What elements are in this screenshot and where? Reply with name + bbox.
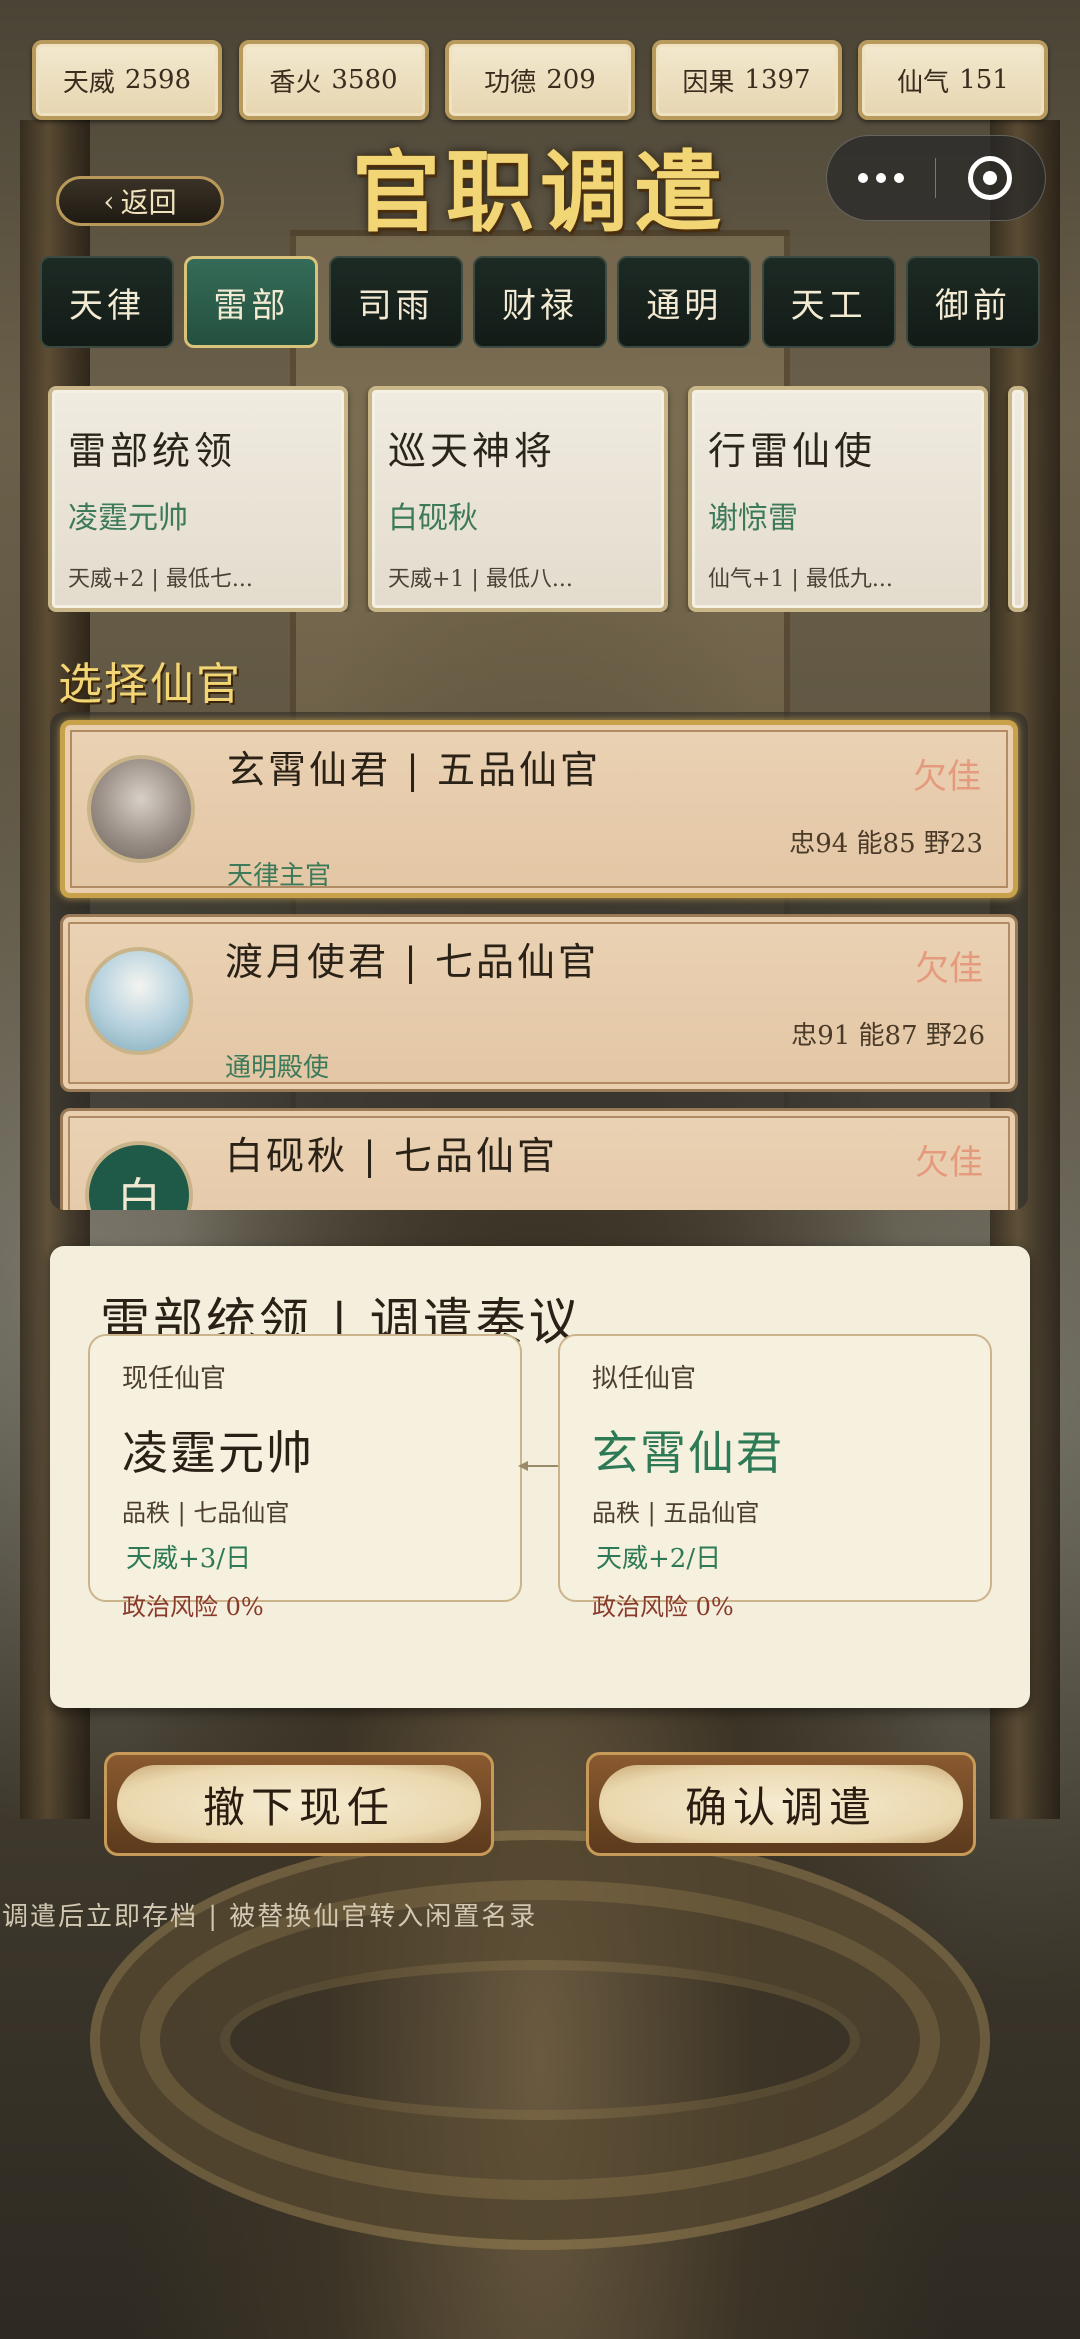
resource-value: 209 bbox=[546, 65, 596, 95]
resource-xianqi: 仙气 151 bbox=[858, 40, 1048, 120]
miniprogram-capsule bbox=[826, 135, 1046, 221]
resource-name: 因果 bbox=[682, 67, 735, 98]
avatar: 白 bbox=[85, 1141, 193, 1210]
resource-name: 功德 bbox=[484, 67, 537, 98]
position-note: 天威+1 | 最低八... bbox=[388, 567, 573, 592]
position-title: 巡天神将 bbox=[388, 429, 557, 473]
resource-tianwei: 天威 2598 bbox=[32, 40, 222, 120]
slot-risk: 政治风险 0% bbox=[592, 1593, 734, 1621]
slot-bonus: 天威+2/日 bbox=[596, 1544, 722, 1574]
slot-name: 玄霄仙君 bbox=[592, 1426, 784, 1480]
resource-name: 仙气 bbox=[897, 67, 950, 98]
slot-name: 凌霆元帅 bbox=[122, 1426, 314, 1480]
candidate-list[interactable]: 玄霄仙君 | 五品仙官 欠佳 忠94 能85 野23 天律主官 渡月使君 | 七… bbox=[50, 712, 1028, 1210]
candidate-role: 天律主官 bbox=[227, 861, 332, 891]
position-card-row: 雷部统领 凌霆元帅 天威+2 | 最低七... 巡天神将 白砚秋 天威+1 | … bbox=[48, 386, 1040, 612]
resource-yinguo: 因果 1397 bbox=[651, 40, 842, 120]
tab-siyu[interactable]: 司雨 bbox=[328, 256, 463, 348]
tab-leibu[interactable]: 雷部 bbox=[184, 256, 319, 348]
candidate-name: 玄霄仙君 | 五品仙官 bbox=[227, 748, 601, 792]
candidate-role: 通明殿使 bbox=[225, 1053, 330, 1083]
remove-incumbent-label: 撤下现任 bbox=[117, 1765, 481, 1843]
position-note: 天威+2 | 最低七... bbox=[68, 567, 253, 592]
proposed-official-slot: 拟任仙官 玄霄仙君 品秩 | 五品仙官 天威+2/日 政治风险 0% bbox=[558, 1334, 992, 1621]
position-holder: 凌霆元帅 bbox=[68, 501, 188, 536]
candidate-name: 渡月使君 | 七品仙官 bbox=[225, 940, 599, 984]
candidate-card[interactable]: 玄霄仙君 | 五品仙官 欠佳 忠94 能85 野23 天律主官 bbox=[60, 720, 1018, 898]
position-title: 行雷仙使 bbox=[708, 429, 877, 473]
tab-tongming[interactable]: 通明 bbox=[617, 256, 752, 348]
position-card[interactable]: 行雷仙使 谢惊雷 仙气+1 | 最低九... bbox=[688, 386, 988, 612]
tab-cailu[interactable]: 财禄 bbox=[472, 256, 607, 348]
position-card[interactable]: 雷部统领 凌霆元帅 天威+2 | 最低七... bbox=[48, 386, 348, 612]
tab-tiangong[interactable]: 天工 bbox=[761, 256, 896, 348]
resource-value: 3580 bbox=[331, 65, 398, 95]
slot-label: 现任仙官 bbox=[122, 1364, 227, 1394]
position-holder: 白砚秋 bbox=[388, 501, 478, 536]
position-note: 仙气+1 | 最低九... bbox=[708, 567, 893, 592]
close-target-icon[interactable] bbox=[936, 156, 1046, 200]
back-button[interactable]: ‹ 返回 bbox=[56, 176, 224, 226]
resource-gongde: 功德 209 bbox=[445, 40, 635, 120]
background-floor-mandala bbox=[90, 1830, 990, 2250]
slot-rank: 品秩 | 五品仙官 bbox=[592, 1499, 760, 1527]
candidate-status: 欠佳 bbox=[915, 1143, 983, 1183]
position-card[interactable]: 巡天神将 白砚秋 天威+1 | 最低八... bbox=[368, 386, 668, 612]
slot-risk: 政治风险 0% bbox=[122, 1593, 264, 1621]
candidate-status: 欠佳 bbox=[915, 949, 983, 989]
resource-value: 1397 bbox=[744, 65, 811, 95]
current-official-slot: 现任仙官 凌霆元帅 品秩 | 七品仙官 天威+3/日 政治风险 0% bbox=[88, 1334, 522, 1621]
more-icon[interactable] bbox=[827, 173, 935, 183]
proposal-panel: 雷部统领 | 调遣奏议 现任仙官 凌霆元帅 品秩 | 七品仙官 天威+3/日 政… bbox=[50, 1246, 1030, 1708]
position-card-partial[interactable] bbox=[1008, 386, 1028, 612]
candidate-name: 白砚秋 | 七品仙官 bbox=[225, 1134, 558, 1178]
resource-name: 天威 bbox=[62, 67, 115, 98]
slot-bonus: 天威+3/日 bbox=[126, 1544, 252, 1574]
resource-xianghuo: 香火 3580 bbox=[238, 40, 429, 120]
select-official-heading: 选择仙官 bbox=[58, 659, 242, 710]
confirm-transfer-button[interactable]: 确认调遣 bbox=[586, 1752, 976, 1856]
position-holder: 谢惊雷 bbox=[708, 501, 798, 536]
candidate-stats: 忠94 能85 野23 bbox=[789, 829, 983, 859]
remove-incumbent-button[interactable]: 撤下现任 bbox=[104, 1752, 494, 1856]
candidate-status: 欠佳 bbox=[913, 757, 981, 797]
position-title: 雷部统领 bbox=[68, 429, 237, 473]
candidate-card[interactable]: 白 白砚秋 | 七品仙官 欠佳 bbox=[60, 1108, 1018, 1210]
resource-name: 香火 bbox=[269, 67, 322, 98]
candidate-card[interactable]: 渡月使君 | 七品仙官 欠佳 忠91 能87 野26 通明殿使 bbox=[60, 914, 1018, 1092]
tab-tianlv[interactable]: 天律 bbox=[40, 256, 174, 348]
footnote: 调遣后立即存档 | 被替换仙官转入闲置名录 bbox=[2, 1902, 538, 1932]
candidate-stats: 忠91 能87 野26 bbox=[791, 1021, 985, 1051]
chevron-left-icon: ‹ bbox=[103, 184, 115, 218]
slot-label: 拟任仙官 bbox=[592, 1364, 697, 1394]
resource-value: 2598 bbox=[124, 65, 192, 95]
back-label: 返回 bbox=[120, 186, 177, 219]
avatar bbox=[87, 755, 195, 863]
tab-yuqian[interactable]: 御前 bbox=[905, 256, 1040, 348]
resource-bar: 天威 2598 香火 3580 功德 209 因果 1397 仙气 151 bbox=[32, 40, 1048, 120]
slot-rank: 品秩 | 七品仙官 bbox=[122, 1499, 290, 1527]
resource-value: 151 bbox=[959, 65, 1009, 95]
department-tabs: 天律 雷部 司雨 财禄 通明 天工 御前 bbox=[40, 256, 1040, 348]
confirm-transfer-label: 确认调遣 bbox=[599, 1765, 963, 1843]
avatar bbox=[85, 947, 193, 1055]
